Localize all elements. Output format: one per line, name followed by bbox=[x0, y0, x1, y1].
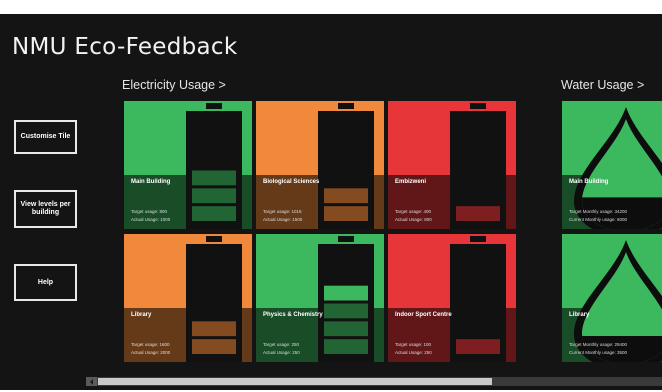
battery-segment bbox=[324, 250, 368, 265]
battery-segment bbox=[324, 171, 368, 186]
scroll-left-button[interactable] bbox=[86, 377, 97, 386]
group-header-water[interactable]: Water Usage > bbox=[561, 78, 644, 92]
building-tile[interactable]: Indoor Sport Centre Target usage: 100 Actu… bbox=[388, 234, 516, 362]
tile-actual-usage: Actual Usage: 2000 bbox=[131, 350, 171, 355]
battery-segment bbox=[192, 339, 236, 354]
building-tile[interactable]: Library Target Monthly usage: 29400 Curren… bbox=[562, 234, 662, 362]
battery-segment bbox=[324, 339, 368, 354]
building-tile[interactable]: Physics & Chemistry Target usage: 250 Actu… bbox=[256, 234, 384, 362]
battery-segment bbox=[456, 268, 500, 283]
tile-building-name: Biological Sciences bbox=[263, 179, 320, 185]
tile-target-usage: Target usage: 250 bbox=[263, 342, 300, 347]
battery-segment bbox=[456, 286, 500, 301]
building-tile[interactable]: Embizweni Target usage: 400 Actual Usage: … bbox=[388, 101, 516, 229]
tile-actual-usage: Current Monthly usage: 6000 bbox=[569, 217, 628, 222]
battery-segment bbox=[324, 285, 368, 301]
building-tile[interactable]: Main Building Target usage: 800 Actual Usa… bbox=[124, 101, 252, 229]
tile-building-name: Library bbox=[131, 312, 152, 318]
tile-building-name: Main Building bbox=[131, 179, 171, 185]
help-button[interactable]: Help bbox=[14, 264, 77, 301]
tile-building-name: Indoor Sport Centre bbox=[395, 312, 452, 318]
battery-segment bbox=[192, 153, 236, 168]
battery-segment bbox=[324, 135, 368, 150]
battery-segment bbox=[192, 321, 236, 337]
tile-building-name: Main Building bbox=[569, 179, 609, 185]
tile-target-usage: Target usage: 800 bbox=[131, 209, 168, 214]
battery-segment bbox=[456, 206, 500, 221]
chevron-left-icon bbox=[89, 378, 93, 385]
battery-segment bbox=[192, 117, 236, 132]
battery-segment bbox=[192, 250, 236, 265]
tile-target-usage: Target usage: 400 bbox=[395, 209, 432, 214]
battery-segment bbox=[456, 117, 500, 132]
building-tile[interactable]: Library Target usage: 1600 Actual Usage: 2… bbox=[124, 234, 252, 362]
tile-actual-usage: Actual Usage: 1500 bbox=[263, 217, 303, 222]
app-window: NMU Eco-Feedback Electricity Usage > Wat… bbox=[0, 14, 662, 390]
battery-segment bbox=[456, 304, 500, 319]
battery-segment bbox=[456, 321, 500, 336]
tile-actual-usage: Current Monthly usage: 3500 bbox=[569, 350, 628, 355]
battery-segment bbox=[456, 135, 500, 150]
tile-target-usage: Target usage: 1015 bbox=[263, 209, 302, 214]
battery-segment bbox=[192, 170, 236, 186]
battery-segment bbox=[324, 268, 368, 283]
tile-building-name: Embizweni bbox=[395, 179, 427, 185]
battery-segment bbox=[456, 153, 500, 168]
battery-segment bbox=[192, 286, 236, 301]
tile-target-usage: Target usage: 1600 bbox=[131, 342, 170, 347]
battery-segment bbox=[456, 171, 500, 186]
battery-segment bbox=[192, 135, 236, 150]
battery-segment bbox=[456, 339, 500, 354]
tile-target-usage: Target Monthly usage: 34200 bbox=[569, 209, 628, 214]
tile-actual-usage: Actual Usage: 1000 bbox=[131, 217, 171, 222]
customise-tile-button[interactable]: Customise Tile bbox=[14, 120, 77, 154]
tile-target-usage: Target usage: 100 bbox=[395, 342, 432, 347]
tile-actual-usage: Actual Usage: 250 bbox=[395, 350, 432, 355]
battery-segment bbox=[324, 206, 368, 221]
battery-segment bbox=[324, 321, 368, 337]
building-tile[interactable]: Biological Sciences Target usage: 1015 Act… bbox=[256, 101, 384, 229]
building-tile[interactable]: Main Building Target Monthly usage: 34200… bbox=[562, 101, 662, 229]
tile-actual-usage: Actual Usage: 250 bbox=[263, 350, 300, 355]
battery-segment bbox=[456, 188, 500, 203]
battery-segment bbox=[192, 304, 236, 319]
battery-segment bbox=[324, 188, 368, 204]
battery-segment bbox=[456, 250, 500, 265]
tile-building-name: Library bbox=[569, 312, 590, 318]
battery-segment bbox=[324, 117, 368, 132]
tile-building-name: Physics & Chemistry bbox=[263, 312, 323, 318]
scroll-thumb[interactable] bbox=[98, 378, 492, 385]
screen: NMU Eco-Feedback Electricity Usage > Wat… bbox=[0, 0, 662, 392]
battery-segment bbox=[192, 188, 236, 204]
horizontal-scrollbar[interactable] bbox=[86, 377, 662, 386]
app-title: NMU Eco-Feedback bbox=[12, 34, 238, 60]
battery-segment bbox=[192, 268, 236, 283]
group-header-electricity[interactable]: Electricity Usage > bbox=[122, 78, 226, 92]
battery-segment bbox=[324, 303, 368, 319]
battery-segment bbox=[192, 206, 236, 221]
battery-segment bbox=[324, 153, 368, 168]
tile-target-usage: Target Monthly usage: 29400 bbox=[569, 342, 628, 347]
tile-actual-usage: Actual Usage: 800 bbox=[395, 217, 432, 222]
view-levels-button[interactable]: View levels per building bbox=[14, 190, 77, 228]
